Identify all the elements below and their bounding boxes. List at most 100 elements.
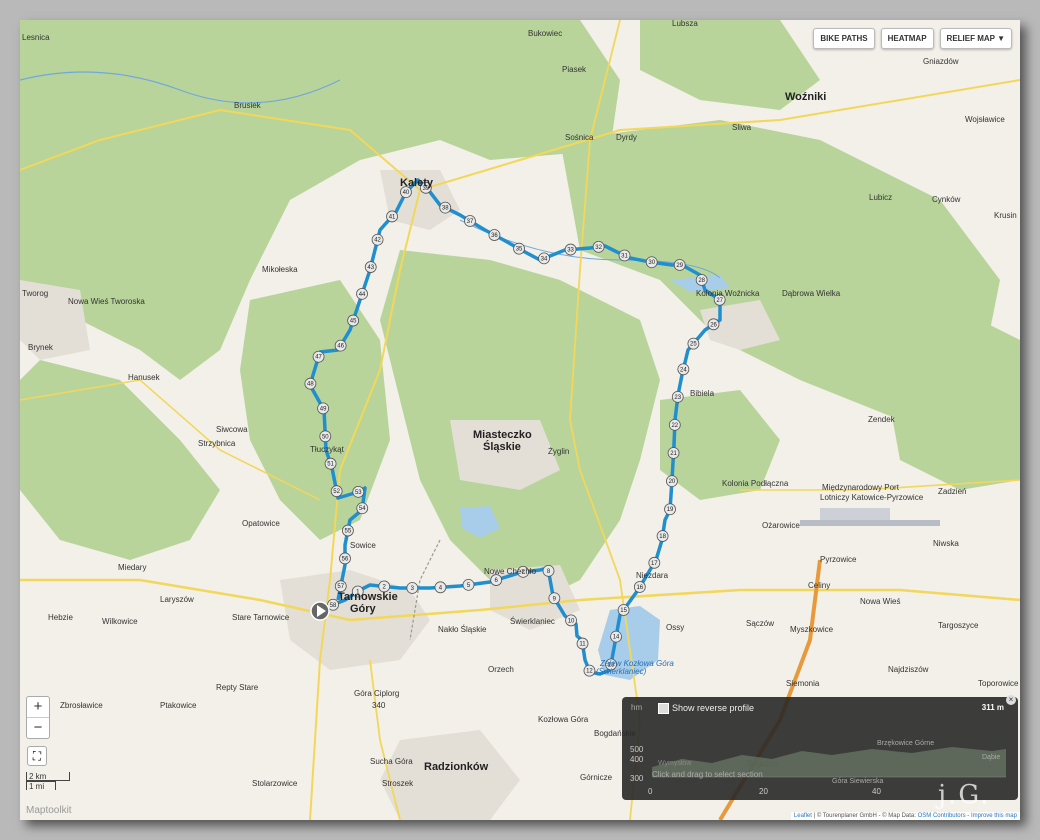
- zoom-out-button[interactable]: −: [27, 718, 49, 738]
- route-waypoint[interactable]: 6: [490, 574, 503, 586]
- route-waypoint[interactable]: 49: [317, 402, 329, 415]
- map-frame: 58 1 2 3 4 5 6 7 8 9 10 11 12 13 14 15 16 17 18 19 20 21 22 23 2…: [20, 20, 1020, 820]
- route-waypoint[interactable]: 31: [618, 249, 631, 262]
- route-waypoint[interactable]: 17: [648, 556, 661, 569]
- leaflet-link[interactable]: Leaflet: [794, 813, 812, 819]
- route-waypoint[interactable]: 5: [462, 578, 475, 591]
- tourenplaner-credit: © Tourenplaner GmbH: [816, 813, 877, 819]
- route-waypoint[interactable]: 8: [542, 564, 555, 577]
- route-waypoint[interactable]: 23: [671, 390, 684, 403]
- route-waypoint[interactable]: 22: [668, 418, 681, 431]
- route-waypoint[interactable]: 56: [339, 552, 351, 565]
- route-waypoint[interactable]: 12: [583, 664, 596, 677]
- route-waypoint[interactable]: 45: [347, 314, 360, 327]
- route-waypoint[interactable]: 53: [352, 485, 365, 498]
- route-waypoint[interactable]: 55: [341, 524, 354, 537]
- osm-link[interactable]: OSM Contributors: [918, 813, 966, 819]
- route-waypoint[interactable]: 11: [576, 637, 589, 650]
- route-waypoint[interactable]: 19: [664, 503, 676, 516]
- x-tick-20: 20: [759, 787, 768, 796]
- route-waypoint[interactable]: 46: [334, 339, 347, 352]
- route-waypoint[interactable]: 30: [645, 256, 658, 269]
- place-label: Siwcowa: [216, 425, 248, 434]
- route-waypoint[interactable]: 25: [687, 337, 700, 350]
- place-label: Najdziszów: [888, 665, 929, 674]
- heatmap-button[interactable]: HEATMAP: [880, 28, 934, 49]
- route-waypoint[interactable]: 15: [617, 604, 630, 616]
- route-waypoint[interactable]: 38: [439, 201, 452, 214]
- route-waypoint[interactable]: 34: [538, 252, 550, 265]
- svg-text:53: 53: [355, 490, 362, 496]
- svg-text:51: 51: [327, 462, 334, 468]
- route-waypoint[interactable]: 44: [356, 287, 368, 300]
- improve-map-link[interactable]: Improve this map: [971, 813, 1017, 819]
- route-waypoint[interactable]: 36: [488, 229, 501, 241]
- route-waypoint[interactable]: 21: [667, 447, 680, 459]
- route-waypoint[interactable]: 24: [677, 363, 690, 376]
- svg-text:31: 31: [621, 253, 628, 259]
- place-label: Sączów: [746, 619, 774, 628]
- place-label: Nowe Chechło: [484, 567, 537, 576]
- place-label: Dąbrowa Wielka: [782, 289, 841, 298]
- svg-text:20: 20: [669, 479, 676, 485]
- svg-text:25: 25: [690, 342, 697, 348]
- y-tick-500: 500: [630, 745, 644, 754]
- elevation-hint: Click and drag to select section: [652, 770, 763, 779]
- svg-text:47: 47: [315, 355, 322, 361]
- route-waypoint[interactable]: 33: [564, 243, 577, 256]
- route-waypoint[interactable]: 50: [319, 430, 332, 443]
- route-waypoint[interactable]: 51: [324, 457, 337, 470]
- route-waypoint[interactable]: 42: [371, 233, 384, 246]
- svg-text:15: 15: [620, 608, 627, 614]
- route-waypoint[interactable]: 9: [548, 592, 561, 605]
- svg-text:54: 54: [359, 506, 366, 512]
- relief-map-dropdown[interactable]: RELIEF MAP ▼: [939, 28, 1012, 49]
- route-waypoint[interactable]: 10: [565, 614, 577, 627]
- svg-text:17: 17: [651, 561, 658, 567]
- route-waypoint[interactable]: 35: [513, 242, 525, 255]
- route-waypoint[interactable]: 52: [330, 485, 343, 498]
- route-waypoint[interactable]: 47: [312, 350, 325, 363]
- route-waypoint[interactable]: 29: [673, 259, 686, 271]
- svg-text:56: 56: [342, 556, 349, 562]
- place-label: Brynek: [28, 343, 54, 352]
- route-waypoint[interactable]: 16: [633, 581, 646, 593]
- route-waypoint[interactable]: 32: [592, 240, 605, 253]
- svg-text:43: 43: [367, 265, 374, 271]
- route-waypoint[interactable]: 26: [707, 318, 720, 331]
- route-waypoint[interactable]: 43: [364, 261, 377, 273]
- svg-text:58: 58: [330, 603, 337, 609]
- route-waypoint[interactable]: 18: [656, 530, 669, 542]
- place-label: Wilkowice: [102, 617, 138, 626]
- svg-text:16: 16: [636, 585, 643, 591]
- signature-watermark: j.G.: [938, 780, 991, 810]
- route-waypoint[interactable]: 54: [356, 502, 369, 515]
- svg-text:46: 46: [337, 344, 344, 350]
- zoom-in-button[interactable]: +: [27, 697, 49, 718]
- route-waypoint[interactable]: 20: [666, 475, 678, 488]
- route-waypoint[interactable]: 37: [464, 215, 476, 227]
- place-label: Cynków: [932, 195, 961, 204]
- water-label: (Świerklaniec): [596, 667, 647, 676]
- svg-text:49: 49: [320, 406, 327, 412]
- fullscreen-button[interactable]: ⛶: [27, 746, 47, 766]
- svg-text:40: 40: [403, 190, 410, 196]
- route-waypoint[interactable]: 28: [695, 274, 708, 286]
- place-label: 340: [372, 701, 386, 710]
- bike-paths-button[interactable]: BIKE PATHS: [813, 28, 875, 49]
- route-waypoint[interactable]: 3: [406, 582, 419, 594]
- place-label: Nowa Wieś: [860, 597, 900, 606]
- place-label: Pyrzowice: [820, 555, 857, 564]
- route-waypoint[interactable]: 41: [386, 210, 398, 223]
- place-label: Dyrdy: [616, 133, 637, 142]
- route-waypoint[interactable]: 14: [610, 630, 622, 643]
- place-label: Bibiela: [690, 389, 715, 398]
- route-waypoint[interactable]: 48: [304, 377, 317, 390]
- place-label: Lubsza: [672, 20, 698, 28]
- route-waypoint[interactable]: 4: [434, 581, 447, 594]
- place-label: Górnicze: [580, 773, 613, 782]
- place-label: Zadzień: [938, 487, 966, 496]
- svg-text:23: 23: [674, 395, 681, 401]
- fullscreen-icon: ⛶: [32, 749, 42, 763]
- place-label: Żyglin: [548, 447, 569, 456]
